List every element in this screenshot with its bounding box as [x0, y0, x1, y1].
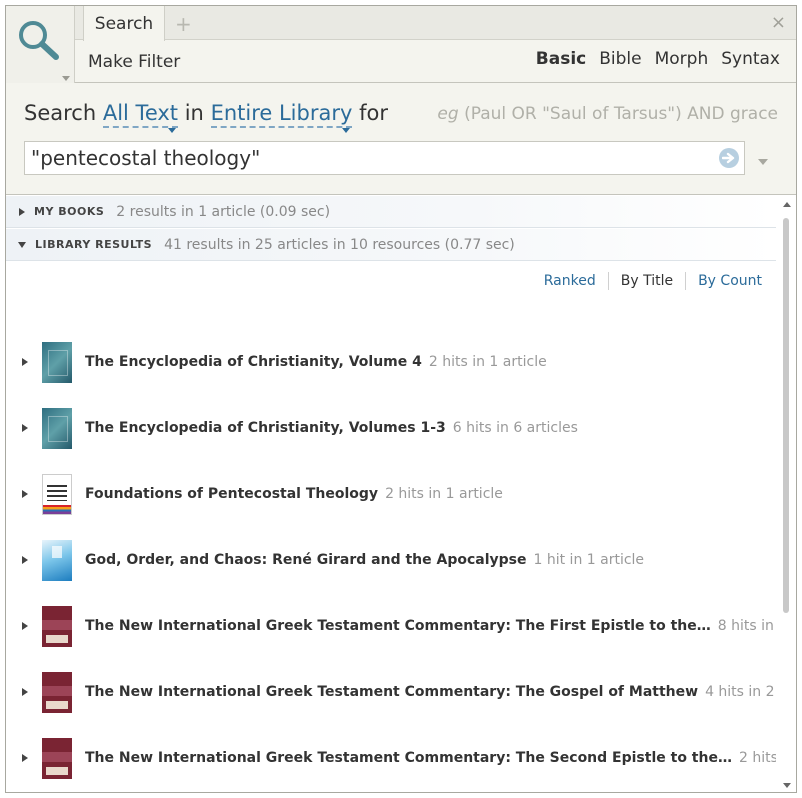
book-cover: [42, 671, 72, 713]
expand-arrow-icon[interactable]: [22, 358, 28, 366]
mode-bible[interactable]: Bible: [599, 49, 641, 69]
example-text: (Paul OR "Saul of Tarsus") AND grace: [464, 104, 778, 124]
expand-arrow-icon[interactable]: [22, 490, 28, 498]
search-mode-tabs: Basic Bible Morph Syntax: [536, 49, 780, 69]
result-hits: 1 hit in 1 article: [533, 552, 645, 568]
add-tab-icon[interactable]: +: [175, 12, 192, 36]
result-title[interactable]: God, Order, and Chaos: René Girard and t…: [85, 552, 527, 568]
result-hits: 2 hits in 1 article: [385, 486, 503, 502]
book-cover: [42, 539, 72, 581]
book-cover: [42, 473, 72, 515]
result-row[interactable]: Foundations of Pentecostal Theology 2 hi…: [6, 470, 776, 518]
sort-by-title[interactable]: By Title: [609, 273, 685, 289]
search-scope-line: Search All Text in Entire Library for: [24, 101, 388, 128]
book-cover: [42, 341, 72, 383]
mode-syntax[interactable]: Syntax: [721, 49, 780, 69]
results-pane: MY BOOKS 2 results in 1 article (0.09 se…: [6, 196, 796, 792]
library-results-summary: 41 results in 25 articles in 10 resource…: [164, 236, 515, 253]
tab-strip: Search + ×: [75, 6, 796, 41]
in-label: in: [184, 101, 204, 125]
search-panel-menu[interactable]: [6, 6, 75, 83]
make-filter-button[interactable]: Make Filter: [88, 52, 180, 72]
result-row[interactable]: The Encyclopedia of Christianity, Volume…: [6, 404, 776, 452]
for-label: for: [359, 101, 388, 125]
collapse-arrow-icon: [18, 241, 26, 248]
menu-dropdown-arrow-icon: [62, 76, 70, 81]
expand-arrow-icon[interactable]: [22, 424, 28, 432]
expand-arrow-icon[interactable]: [22, 754, 28, 762]
book-cover: [42, 605, 72, 647]
result-row[interactable]: The Encyclopedia of Christianity, Volume…: [6, 338, 776, 386]
mode-morph[interactable]: Morph: [655, 49, 709, 69]
search-prefix-label: Search: [24, 101, 97, 125]
search-input-box: [24, 141, 745, 175]
result-title[interactable]: Foundations of Pentecostal Theology: [85, 486, 378, 502]
search-panel-window: Search + × Make Filter Basic Bible Morph…: [5, 5, 797, 793]
search-area: Search All Text in Entire Library for eg…: [6, 83, 796, 195]
search-input[interactable]: [31, 145, 711, 171]
expand-arrow-icon[interactable]: [22, 688, 28, 696]
scroll-up-arrow-icon[interactable]: [783, 202, 791, 207]
my-books-title: MY BOOKS: [34, 205, 105, 218]
scrollbar-thumb[interactable]: [783, 218, 789, 613]
cover-stripes: [43, 504, 71, 514]
result-title[interactable]: The New International Greek Testament Co…: [85, 750, 732, 766]
result-title[interactable]: The New International Greek Testament Co…: [85, 618, 711, 634]
sort-ranked[interactable]: Ranked: [532, 273, 608, 289]
cover-title-lines: [47, 484, 67, 501]
result-row[interactable]: The New International Greek Testament Co…: [6, 734, 796, 782]
search-example-hint: eg (Paul OR "Saul of Tarsus") AND grace: [437, 104, 778, 124]
sort-options: Ranked By Title By Count: [532, 272, 774, 290]
my-books-summary: 2 results in 1 article (0.09 sec): [116, 203, 331, 220]
library-scope-dropdown[interactable]: Entire Library: [210, 101, 353, 128]
sort-by-count[interactable]: By Count: [686, 273, 774, 289]
book-cover: [42, 737, 72, 779]
result-hits: 6 hits in 6 articles: [452, 420, 578, 436]
expand-arrow-icon[interactable]: [22, 622, 28, 630]
my-books-section-header[interactable]: MY BOOKS 2 results in 1 article (0.09 se…: [6, 196, 776, 228]
magnifier-icon: [19, 21, 59, 60]
result-row[interactable]: The New International Greek Testament Co…: [6, 668, 796, 716]
close-panel-icon[interactable]: ×: [771, 12, 786, 33]
book-cover: [42, 407, 72, 449]
example-eg-label: eg: [437, 104, 459, 124]
scroll-down-arrow-icon[interactable]: [783, 783, 791, 788]
result-title[interactable]: The Encyclopedia of Christianity, Volume…: [85, 420, 446, 436]
result-title[interactable]: The Encyclopedia of Christianity, Volume…: [85, 354, 422, 370]
results-scrollbar[interactable]: [776, 196, 796, 792]
result-hits: 2 hits in 1 article: [428, 354, 547, 370]
arrow-right-icon: [722, 152, 735, 164]
result-row[interactable]: The New International Greek Testament Co…: [6, 602, 796, 650]
library-results-title: LIBRARY RESULTS: [35, 238, 153, 251]
panel-header: Search + × Make Filter Basic Bible Morph…: [6, 6, 796, 83]
tab-search[interactable]: Search: [83, 6, 165, 41]
expand-arrow-icon[interactable]: [22, 556, 28, 564]
text-scope-dropdown[interactable]: All Text: [102, 101, 179, 128]
search-history-dropdown-icon[interactable]: [758, 159, 768, 165]
mode-basic[interactable]: Basic: [536, 49, 586, 69]
go-search-button[interactable]: [719, 148, 739, 168]
expand-arrow-icon: [19, 207, 25, 216]
result-row[interactable]: God, Order, and Chaos: René Girard and t…: [6, 536, 776, 584]
result-title[interactable]: The New International Greek Testament Co…: [85, 684, 698, 700]
library-results-section-header[interactable]: LIBRARY RESULTS 41 results in 25 article…: [6, 229, 776, 261]
